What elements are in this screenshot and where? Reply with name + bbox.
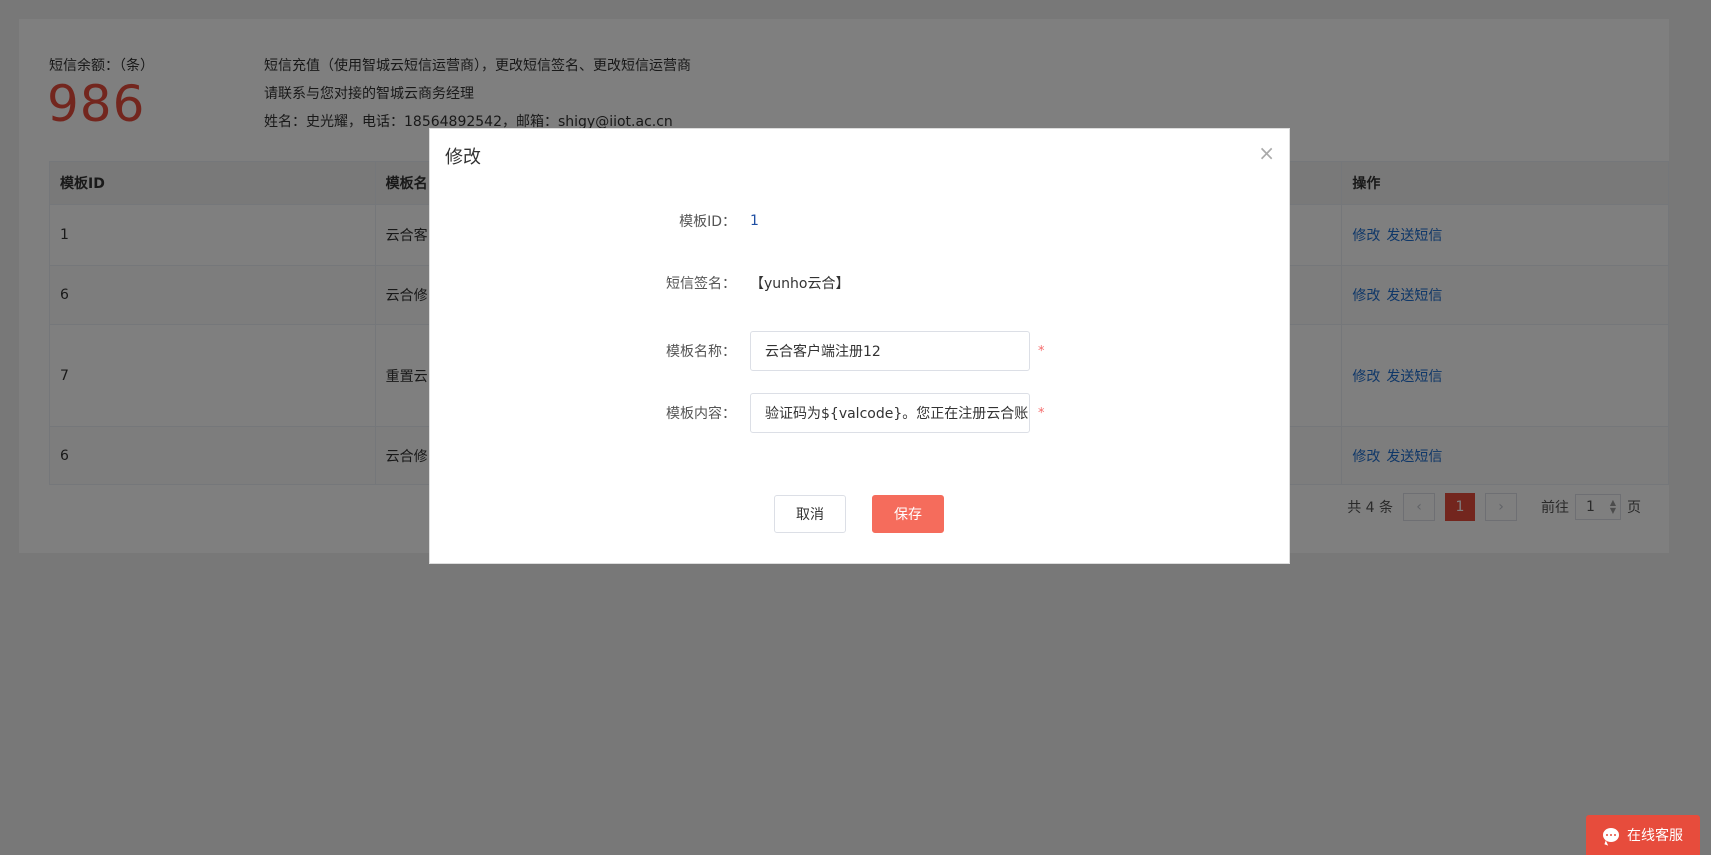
save-button[interactable]: 保存 [872, 495, 944, 533]
online-service-label: 在线客服 [1627, 828, 1683, 844]
required-mark: * [1038, 343, 1045, 359]
signature-row: 短信签名： 【yunho云合】 [430, 273, 1291, 293]
page: 短信余额：（条） 986 短信充值（使用智城云短信运营商），更改短信签名、更改短… [0, 0, 1711, 855]
template-id-label: 模板ID： [679, 214, 736, 230]
cancel-button[interactable]: 取消 [774, 495, 846, 533]
template-id-value: 1 [750, 213, 759, 229]
template-name-row: 模板名称： 云合客户端注册12 * [430, 331, 1291, 371]
online-service-button[interactable]: 在线客服 [1586, 815, 1700, 855]
edit-dialog: 修改 × 模板ID： 1 短信签名： 【yunho云合】 模板名称： 云合客户端… [429, 128, 1290, 564]
chat-bubble-icon [1603, 828, 1619, 842]
close-icon[interactable]: × [1258, 141, 1275, 165]
dialog-title: 修改 [445, 147, 481, 168]
template-name-label: 模板名称： [666, 344, 736, 360]
signature-label: 短信签名： [666, 276, 736, 292]
template-content-label: 模板内容： [666, 406, 736, 422]
template-name-input[interactable]: 云合客户端注册12 [750, 331, 1030, 371]
signature-value: 【yunho云合】 [750, 276, 850, 292]
template-content-row: 模板内容： 验证码为${valcode}。您正在注册云合账 * [430, 393, 1291, 433]
template-id-row: 模板ID： 1 [430, 211, 1291, 231]
required-mark: * [1038, 405, 1045, 421]
template-content-input[interactable]: 验证码为${valcode}。您正在注册云合账 [750, 393, 1030, 433]
